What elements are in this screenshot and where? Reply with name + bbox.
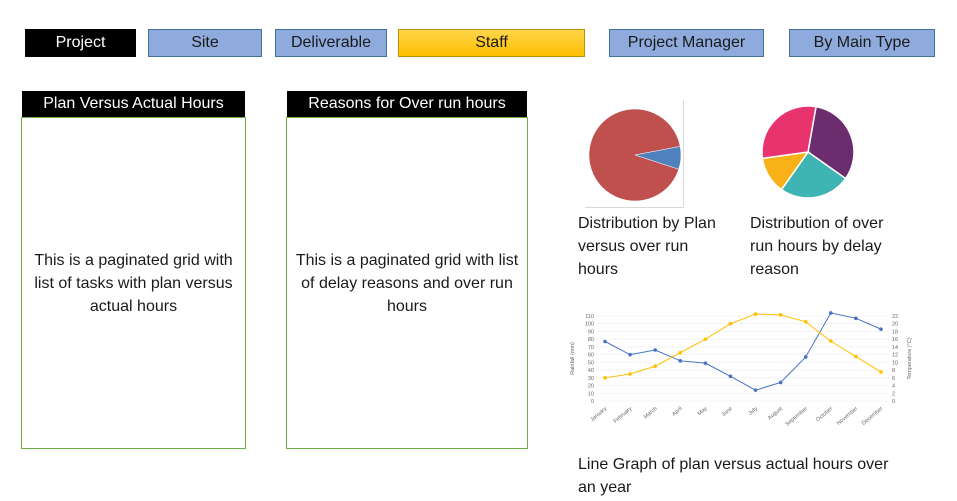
series-0-point	[753, 388, 758, 392]
right-axis-tick-label: 12	[892, 353, 898, 359]
series-1-point	[778, 313, 783, 317]
left-axis-tick-label: 70	[588, 345, 594, 351]
series-1-point	[703, 337, 708, 341]
x-axis-tick-label: May	[697, 406, 709, 417]
left-axis-label: Rainfall (mm)	[570, 342, 576, 375]
series-0-point	[879, 327, 883, 331]
delay-pie-slice-3	[761, 105, 817, 160]
plan-vs-actual-grid[interactable]: This is a paginated grid with list of ta…	[21, 117, 246, 449]
right-axis-label: Temperature (°C)	[907, 337, 913, 379]
x-axis-tick-label: September	[785, 406, 810, 428]
right-axis-tick-label: 6	[892, 376, 895, 382]
x-axis-tick-label: June	[721, 406, 734, 418]
series-1-point	[678, 350, 683, 355]
right-axis-tick-label: 0	[892, 399, 895, 405]
delay-reason-pie-chart	[761, 105, 855, 199]
series-0-point	[728, 374, 733, 379]
series-0-point	[603, 339, 607, 344]
delay-reason-caption: Distribution of over run hours by delay …	[750, 215, 884, 278]
left-axis-tick-label: 100	[585, 322, 594, 328]
series-1-point	[728, 321, 733, 326]
x-axis-tick-label: August	[767, 406, 784, 422]
plan-vs-overrun-caption: Distribution by Plan versus over run hou…	[578, 215, 716, 278]
tab-staff[interactable]: Staff	[398, 29, 585, 57]
series-1-point	[829, 339, 833, 343]
left-axis-tick-label: 10	[588, 391, 594, 397]
tab-project[interactable]: Project	[25, 29, 136, 57]
x-axis-tick-label: December	[861, 406, 884, 427]
series-0-point	[678, 359, 683, 363]
series-0-point	[653, 348, 657, 352]
plan-vs-actual-grid-text: This is a paginated grid with list of ta…	[34, 251, 233, 315]
over-run-reasons-title: Reasons for Over run hours	[287, 91, 527, 117]
left-axis-tick-label: 20	[588, 384, 594, 390]
right-axis-tick-label: 16	[892, 337, 898, 343]
plan-vs-actual-title: Plan Versus Actual Hours	[22, 91, 245, 117]
series-0-point	[778, 380, 783, 385]
right-axis-tick-label: 22	[892, 314, 898, 320]
plan-vs-overrun-pie-frame	[585, 100, 684, 208]
series-1-point	[753, 312, 758, 316]
series-0-point	[703, 361, 708, 365]
left-axis-tick-label: 0	[591, 399, 594, 405]
series-0-point	[829, 311, 833, 315]
right-axis-tick-label: 2	[892, 391, 895, 397]
x-axis-tick-label: April	[671, 406, 683, 418]
series-1-point	[603, 376, 607, 380]
left-axis-tick-label: 110	[585, 314, 594, 320]
left-axis-tick-label: 40	[588, 368, 594, 374]
series-1-point	[879, 370, 883, 374]
x-axis-tick-label: February	[613, 406, 634, 425]
right-axis-tick-label: 20	[892, 322, 898, 328]
over-run-reasons-grid-text: This is a paginated grid with list of de…	[295, 251, 519, 315]
line-graph-caption: Line Graph of plan versus actual hours o…	[578, 456, 889, 496]
left-axis-tick-label: 80	[588, 337, 594, 343]
right-axis-tick-label: 14	[892, 345, 898, 351]
x-axis-tick-label: November	[836, 406, 859, 427]
left-axis-tick-label: 60	[588, 353, 594, 359]
right-axis-tick-label: 8	[892, 368, 895, 374]
left-axis-tick-label: 90	[588, 329, 594, 335]
tab-deliverable[interactable]: Deliverable	[275, 29, 387, 57]
x-axis-tick-label: July	[747, 406, 759, 417]
left-axis-tick-label: 50	[588, 360, 594, 366]
series-0-point	[854, 316, 858, 321]
tab-project-manager[interactable]: Project Manager	[609, 29, 764, 57]
plan-vs-overrun-pie-chart	[588, 108, 682, 202]
series-1-point	[854, 354, 858, 359]
plan-vs-actual-line-chart: 0102030405060708090100110024681012141618…	[570, 311, 913, 428]
right-axis-tick-label: 10	[892, 360, 898, 366]
right-axis-tick-label: 18	[892, 329, 898, 335]
series-1-point	[628, 372, 632, 376]
right-axis-tick-label: 4	[892, 384, 895, 390]
tab-by-main-type[interactable]: By Main Type	[789, 29, 935, 57]
x-axis-tick-label: October	[815, 406, 834, 423]
tab-site[interactable]: Site	[148, 29, 262, 57]
left-axis-tick-label: 30	[588, 376, 594, 382]
series-0-line	[604, 312, 882, 391]
series-1-point	[653, 364, 657, 369]
over-run-reasons-grid[interactable]: This is a paginated grid with list of de…	[286, 117, 528, 449]
series-0-point	[803, 355, 808, 359]
x-axis-tick-label: January	[589, 406, 608, 423]
x-axis-tick-label: March	[643, 406, 659, 420]
series-0-point	[628, 352, 632, 357]
series-1-point	[803, 319, 808, 324]
